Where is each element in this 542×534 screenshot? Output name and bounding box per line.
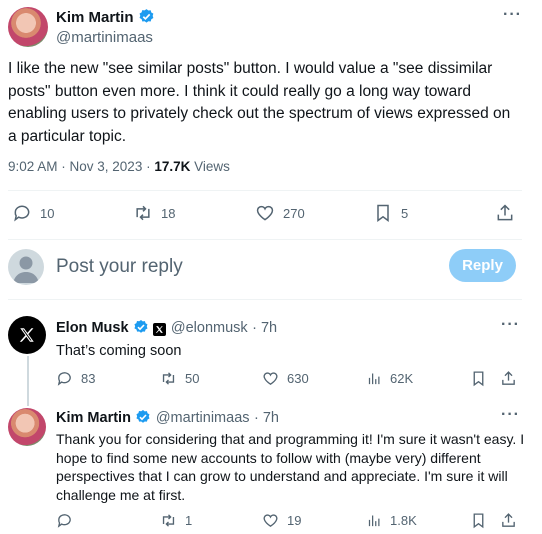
reply-action[interactable] [56, 512, 81, 529]
analytics-icon [368, 373, 380, 385]
more-options-icon[interactable]: ··· [503, 6, 522, 24]
heart-icon [256, 205, 274, 221]
author-name[interactable]: Kim Martin [56, 9, 134, 26]
bookmark-icon [473, 513, 484, 529]
repost-count: 50 [185, 371, 200, 386]
share-icon [497, 204, 513, 221]
like-count: 270 [283, 205, 305, 221]
views-count: 62K [390, 371, 414, 386]
avatar[interactable] [8, 408, 46, 446]
like-action[interactable]: 630 [262, 370, 309, 387]
views-count: 17.7K [154, 159, 191, 174]
bookmark-count: 5 [401, 205, 409, 221]
reply-header: Kim Martin @martinimaas · 7h [56, 409, 279, 427]
x-logo-icon [19, 328, 34, 342]
reply-icon [57, 514, 71, 528]
bookmark-action[interactable] [470, 512, 487, 529]
share-action[interactable] [500, 512, 517, 529]
share-icon [502, 513, 515, 527]
repost-count: 18 [161, 205, 176, 221]
divider [8, 299, 522, 300]
share-action[interactable] [495, 203, 515, 223]
reply-action[interactable]: 10 [12, 203, 54, 223]
repost-icon [162, 514, 175, 527]
author-name[interactable]: Elon Musk [56, 320, 129, 336]
repost-icon [136, 205, 150, 221]
bookmark-action[interactable]: 5 [373, 203, 408, 223]
tweet-timestamp[interactable]: 9:02 AM · Nov 3, 2023 · [8, 159, 154, 174]
reply-input[interactable]: Post your reply [56, 256, 183, 278]
like-count: 630 [287, 371, 309, 386]
like-count: 19 [287, 513, 302, 528]
like-action[interactable]: 270 [255, 203, 305, 223]
verified-badge-icon [134, 320, 148, 333]
divider [8, 239, 522, 240]
author-handle[interactable]: @martinimaas [56, 29, 153, 46]
reply-time[interactable]: · 7h [254, 410, 279, 426]
repost-action[interactable]: 50 [160, 370, 199, 387]
reply-text: Thank you for considering that and progr… [56, 431, 525, 503]
reply-icon [14, 205, 30, 222]
bookmark-icon [473, 371, 484, 387]
analytics-icon [368, 515, 380, 527]
divider [8, 190, 522, 191]
thread-line [27, 356, 29, 406]
author-handle[interactable]: @elonmusk [171, 320, 248, 336]
reply-header: Elon Musk @elonmusk · 7h [56, 319, 277, 337]
reply-button[interactable]: Reply [449, 249, 516, 282]
avatar[interactable] [8, 7, 48, 47]
tweet-text: I like the new "see similar posts" butto… [8, 60, 511, 145]
tweet-meta: 9:02 AM · Nov 3, 2023 · 17.7K Views [8, 159, 230, 174]
repost-action[interactable]: 18 [133, 203, 175, 223]
repost-count: 1 [185, 513, 193, 528]
more-options-icon[interactable]: ··· [501, 316, 520, 334]
reply-action[interactable]: 83 [56, 370, 95, 387]
more-options-icon[interactable]: ··· [501, 406, 520, 424]
like-action[interactable]: 19 [262, 512, 301, 529]
repost-icon [162, 372, 175, 385]
views-action[interactable]: 1.8K [367, 512, 417, 529]
share-icon [502, 371, 515, 385]
views-label: Views [190, 159, 230, 174]
heart-icon [263, 372, 278, 385]
share-action[interactable] [500, 370, 517, 387]
reply-count: 83 [81, 371, 96, 386]
views-action[interactable]: 62K [367, 370, 413, 387]
author-name-row: Kim Martin [56, 8, 155, 27]
verified-badge-icon [136, 410, 150, 423]
views-count: 1.8K [390, 513, 417, 528]
verified-badge-icon [139, 9, 154, 23]
x-affiliation-icon [153, 323, 167, 336]
reply-text: That’s coming soon [56, 343, 182, 359]
repost-action[interactable]: 1 [160, 512, 192, 529]
heart-icon [263, 514, 278, 527]
reply-count: 10 [40, 205, 55, 221]
bookmark-action[interactable] [470, 370, 487, 387]
author-name[interactable]: Kim Martin [56, 410, 131, 426]
avatar[interactable] [8, 316, 46, 354]
author-handle[interactable]: @martinimaas [156, 410, 250, 426]
user-avatar [8, 249, 44, 285]
reply-time[interactable]: · 7h [252, 320, 277, 336]
bookmark-icon [377, 204, 389, 222]
reply-icon [57, 372, 71, 386]
